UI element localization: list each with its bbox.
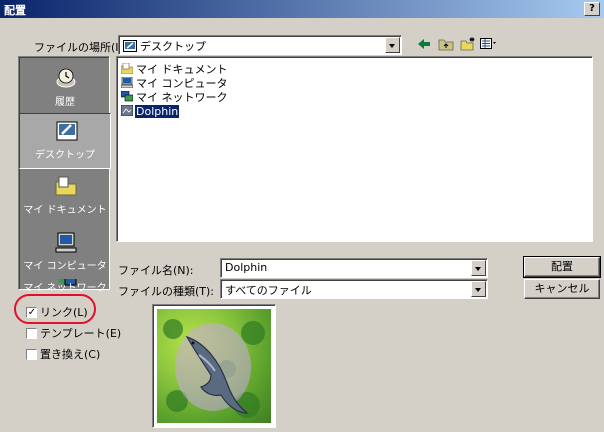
my-network-icon bbox=[121, 91, 133, 102]
look-in-dropdown-arrow[interactable] bbox=[385, 37, 400, 53]
desktop-icon bbox=[123, 40, 137, 52]
look-in-value: デスクトップ bbox=[140, 40, 206, 53]
place-my-computer[interactable]: マイ コンピュータ bbox=[19, 225, 111, 281]
filetype-label: ファイルの種類(T): bbox=[118, 285, 215, 298]
template-checkbox[interactable]: テンプレート(E) bbox=[26, 325, 122, 340]
checkbox-label: 置き換え(C) bbox=[40, 348, 101, 361]
filetype-value: すべてのファイル bbox=[225, 284, 312, 297]
filename-label: ファイル名(N): bbox=[118, 264, 194, 277]
place-my-documents[interactable]: マイ ドキュメント bbox=[19, 169, 111, 225]
file-item-name: マイ ネットワーク bbox=[136, 91, 228, 104]
checkbox-box[interactable]: ✓ bbox=[26, 307, 37, 318]
place-button[interactable]: 配置 bbox=[523, 256, 601, 278]
title-bar[interactable]: 配置 ? bbox=[0, 0, 604, 18]
history-icon bbox=[56, 68, 76, 88]
filename-input[interactable]: Dolphin bbox=[220, 258, 488, 278]
file-list[interactable]: マイ ドキュメント マイ コンピュータ マイ ネットワーク Dolphin bbox=[116, 56, 593, 242]
checkbox-box[interactable] bbox=[26, 328, 37, 339]
window-title: 配置 bbox=[4, 4, 26, 17]
my-computer-icon bbox=[121, 77, 133, 88]
my-documents-icon bbox=[55, 176, 77, 196]
filetype-dropdown-arrow[interactable] bbox=[471, 281, 486, 297]
image-file-icon bbox=[121, 105, 133, 116]
place-my-network[interactable]: マイ ネットワーク bbox=[19, 279, 111, 291]
filetype-dropdown[interactable]: すべてのファイル bbox=[220, 279, 488, 299]
place-label: 履歴 bbox=[55, 97, 75, 108]
place-label: デスクトップ bbox=[35, 150, 95, 161]
place-label: マイ コンピュータ bbox=[23, 261, 107, 272]
image-preview bbox=[152, 304, 276, 428]
view-menu-icon[interactable] bbox=[480, 37, 496, 51]
up-folder-icon[interactable] bbox=[438, 37, 454, 51]
new-folder-icon[interactable] bbox=[460, 37, 476, 51]
filename-value: Dolphin bbox=[225, 261, 268, 274]
file-item-dolphin[interactable]: Dolphin bbox=[121, 105, 180, 119]
place-label: マイ ネットワーク bbox=[23, 283, 107, 291]
check-mark-icon: ✓ bbox=[27, 307, 37, 318]
place-dialog: 配置 ? ファイルの場所(I): デスクトップ 履歴 デスクトップ マイ ドキュ… bbox=[0, 0, 604, 432]
look-in-value-wrap: デスクトップ bbox=[123, 38, 206, 54]
replace-checkbox[interactable]: 置き換え(C) bbox=[26, 346, 101, 361]
desktop-icon bbox=[56, 121, 78, 141]
cancel-button[interactable]: キャンセル bbox=[524, 279, 600, 299]
checkbox-label: リンク(L) bbox=[40, 306, 88, 319]
checkbox-box[interactable] bbox=[26, 349, 37, 360]
filename-dropdown-arrow[interactable] bbox=[471, 260, 486, 276]
place-desktop[interactable]: デスクトップ bbox=[19, 113, 111, 169]
places-bar: 履歴 デスクトップ マイ ドキュメント マイ コンピュータ マイ ネットワーク bbox=[18, 56, 111, 291]
back-arrow-icon[interactable] bbox=[416, 37, 432, 51]
look-in-dropdown[interactable]: デスクトップ bbox=[118, 35, 402, 55]
file-item-my-network[interactable]: マイ ネットワーク bbox=[121, 89, 229, 104]
file-item-my-computer[interactable]: マイ コンピュータ bbox=[121, 75, 229, 90]
dolphin-thumbnail bbox=[157, 309, 271, 423]
file-item-my-documents[interactable]: マイ ドキュメント bbox=[121, 61, 229, 76]
place-history[interactable]: 履歴 bbox=[19, 61, 111, 117]
dolphin-image bbox=[163, 319, 265, 418]
my-documents-icon bbox=[121, 63, 133, 74]
checkbox-label: テンプレート(E) bbox=[40, 327, 122, 340]
look-in-label: ファイルの場所(I): bbox=[34, 41, 127, 54]
help-button[interactable]: ? bbox=[584, 2, 600, 16]
my-computer-icon bbox=[55, 232, 77, 253]
place-label: マイ ドキュメント bbox=[23, 205, 107, 216]
link-checkbox[interactable]: ✓ リンク(L) bbox=[26, 304, 88, 319]
file-item-name: Dolphin bbox=[135, 105, 180, 118]
